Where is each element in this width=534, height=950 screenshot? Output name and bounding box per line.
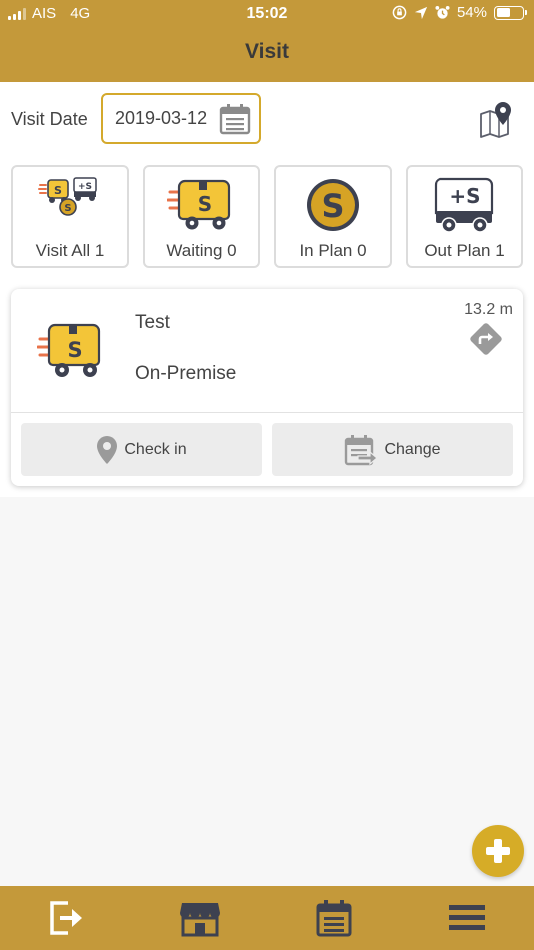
location-arrow-icon <box>414 6 428 19</box>
visit-date-label: Visit Date <box>11 109 88 129</box>
nav-menu[interactable] <box>427 886 507 950</box>
svg-text:+S: +S <box>449 184 480 208</box>
check-in-button[interactable]: Check in <box>21 423 262 476</box>
category-waiting[interactable]: S Waiting 0 <box>142 165 260 268</box>
svg-text:S: S <box>64 203 71 214</box>
change-label: Change <box>384 440 441 458</box>
page-title: Visit <box>245 40 289 63</box>
calendar-icon <box>219 104 251 135</box>
calendar-change-icon <box>345 434 379 465</box>
change-button[interactable]: Change <box>272 423 513 476</box>
orientation-lock-icon <box>392 5 407 20</box>
svg-text:S: S <box>67 338 82 362</box>
battery-icon <box>494 5 527 20</box>
nav-store[interactable] <box>160 886 240 950</box>
add-visit-button[interactable] <box>472 825 524 877</box>
calendar-icon <box>316 900 352 937</box>
visit-category-row: S +S S Visit All 1 S Waiting 0 S In Plan… <box>11 165 523 268</box>
visit-distance: 13.2 m <box>464 301 513 318</box>
svg-text:S: S <box>321 187 344 225</box>
delivery-truck-icon: S <box>37 323 101 377</box>
category-visit-all[interactable]: S +S S Visit All 1 <box>11 165 129 268</box>
visit-content: Visit Date 2019-03-12 S +S S Visit All 1… <box>0 82 534 497</box>
directions-icon[interactable] <box>469 322 503 356</box>
status-right: 54% <box>392 4 527 21</box>
visit-date-field[interactable]: 2019-03-12 <box>101 93 261 144</box>
check-in-label: Check in <box>124 440 187 458</box>
plus-icon <box>486 839 510 863</box>
category-label: In Plan 0 <box>299 241 367 260</box>
store-icon <box>180 903 221 937</box>
visit-customer-name: Test <box>135 312 170 333</box>
category-out-plan[interactable]: +S Out Plan 1 <box>405 165 523 268</box>
category-label: Out Plan 1 <box>424 241 505 260</box>
plus-s-truck-icon: +S <box>434 177 493 233</box>
bottom-nav <box>0 886 534 950</box>
map-pin-icon <box>97 435 118 464</box>
map-location-icon[interactable] <box>478 100 516 138</box>
nav-calendar[interactable] <box>294 886 374 950</box>
svg-text:+S: +S <box>78 182 92 192</box>
s-coin-icon: S <box>307 179 359 231</box>
visit-date-value: 2019-03-12 <box>115 108 208 128</box>
visit-customer-type: On-Premise <box>135 363 237 384</box>
menu-icon <box>449 905 486 930</box>
status-bar: AIS 4G 15:02 54% <box>0 0 534 28</box>
category-label: Waiting 0 <box>166 241 237 260</box>
battery-fill <box>496 8 510 17</box>
category-label: Visit All 1 <box>35 241 105 260</box>
card-divider <box>11 412 523 413</box>
visit-card[interactable]: S Test On-Premise 13.2 m Check in Change <box>11 289 523 486</box>
svg-text:S: S <box>54 184 62 197</box>
delivery-truck-icon: S <box>166 179 230 230</box>
alarm-icon <box>435 5 450 19</box>
nav-logout[interactable] <box>27 886 107 950</box>
logout-icon <box>50 901 82 935</box>
category-in-plan[interactable]: S In Plan 0 <box>274 165 392 268</box>
app-header: AIS 4G 15:02 54% Visit <box>0 0 534 82</box>
visit-all-icon: S +S S <box>38 177 97 216</box>
svg-text:S: S <box>197 192 211 216</box>
battery-percent: 54% <box>456 4 487 21</box>
